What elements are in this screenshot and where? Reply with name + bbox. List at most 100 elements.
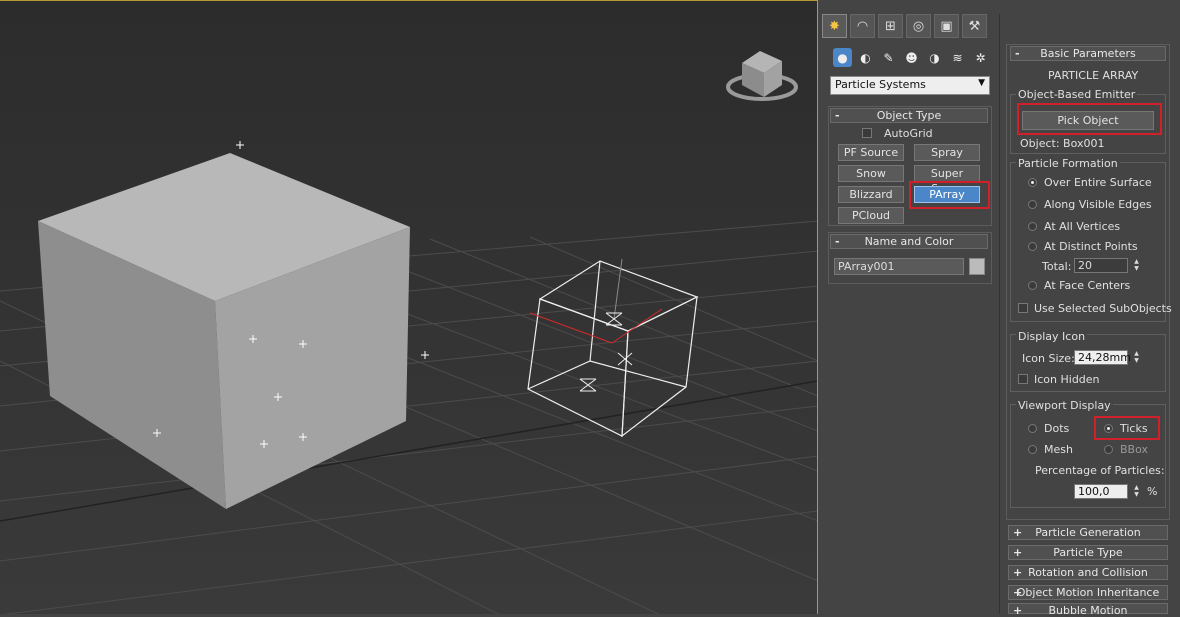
sun-icon: ✸: [829, 18, 840, 34]
spacewarps-category-icon[interactable]: ≋: [948, 48, 967, 67]
helpers-category-icon[interactable]: ◑: [925, 48, 944, 67]
parray-highlight: [909, 181, 990, 209]
command-panel-tabs: ✸ ◠ ⊞ ◎ ▣ ⚒: [820, 14, 996, 40]
blizzard-button[interactable]: Blizzard: [838, 186, 904, 203]
display-icon-label: Display Icon: [1016, 330, 1088, 343]
autogrid-label: AutoGrid: [884, 127, 933, 140]
modify-arc-icon: ◠: [856, 18, 869, 34]
at-distinct-points-label: At Distinct Points: [1044, 240, 1138, 253]
icon-size-spinner[interactable]: 24,28mm: [1074, 350, 1131, 365]
at-all-vertices-label: At All Vertices: [1044, 220, 1121, 233]
name-and-color-header[interactable]: - Name and Color: [830, 234, 988, 249]
expand-icon: +: [1013, 526, 1023, 539]
dots-label: Dots: [1044, 422, 1070, 435]
rotation-and-collision-title: Rotation and Collision: [1028, 566, 1148, 579]
collapse-icon: -: [1015, 47, 1020, 60]
particle-generation-title: Particle Generation: [1035, 526, 1141, 539]
expand-icon: +: [1013, 586, 1023, 599]
particle-array-heading: PARTICLE ARRAY: [1048, 69, 1139, 82]
at-face-centers-label: At Face Centers: [1044, 279, 1131, 292]
pf-source-button[interactable]: PF Source: [838, 144, 904, 161]
spray-button[interactable]: Spray: [914, 144, 980, 161]
viewcube-icon[interactable]: [726, 51, 798, 101]
hierarchy-icon: ⊞: [885, 18, 896, 34]
modify-tab[interactable]: ◠: [850, 14, 875, 38]
object-motion-inheritance-title: Object Motion Inheritance: [1016, 586, 1160, 599]
icon-size-label: Icon Size:: [1022, 352, 1075, 365]
use-selected-subobjects-checkbox[interactable]: [1018, 303, 1028, 313]
motion-tab[interactable]: ◎: [906, 14, 931, 38]
object-motion-inheritance-rollout[interactable]: + Object Motion Inheritance: [1008, 585, 1168, 600]
chevron-down-icon: ▼: [978, 78, 985, 88]
pick-object-highlight: [1017, 103, 1162, 135]
picked-object-label: Object: Box001: [1020, 137, 1105, 150]
percentage-spinner[interactable]: 100,0: [1074, 484, 1128, 499]
basic-parameters-title: Basic Parameters: [1040, 47, 1136, 60]
name-and-color-title: Name and Color: [864, 235, 954, 248]
autogrid-checkbox[interactable]: [862, 128, 872, 138]
basic-parameters-header[interactable]: - Basic Parameters: [1010, 46, 1166, 61]
object-color-swatch[interactable]: [969, 258, 985, 275]
percentage-of-particles-label: Percentage of Particles:: [1035, 464, 1165, 477]
collapse-icon: -: [835, 235, 840, 248]
object-name-field[interactable]: PArray001: [834, 258, 964, 275]
mesh-label: Mesh: [1044, 443, 1073, 456]
expand-icon: +: [1013, 546, 1023, 559]
icon-hidden-label: Icon Hidden: [1034, 373, 1100, 386]
lights-category-icon[interactable]: ✎: [879, 48, 898, 67]
total-spinner[interactable]: 20: [1074, 258, 1128, 273]
object-type-header[interactable]: - Object Type: [830, 108, 988, 123]
viewport-display-label: Viewport Display: [1016, 399, 1113, 412]
geometry-category-icon[interactable]: ●: [833, 48, 852, 67]
hierarchy-tab[interactable]: ⊞: [878, 14, 903, 38]
cameras-category-icon[interactable]: ☻: [902, 48, 921, 67]
column-divider: [999, 14, 1000, 614]
category-dropdown[interactable]: Particle Systems ▼: [830, 76, 990, 95]
dots-radio[interactable]: [1028, 424, 1037, 433]
mesh-radio[interactable]: [1028, 445, 1037, 454]
bubble-motion-title: Bubble Motion: [1048, 604, 1128, 617]
box001-object[interactable]: [38, 153, 410, 509]
percent-sign: %: [1147, 485, 1158, 498]
shapes-category-icon[interactable]: ◐: [856, 48, 875, 67]
over-entire-surface-label: Over Entire Surface: [1044, 176, 1152, 189]
object-based-emitter-label: Object-Based Emitter: [1016, 88, 1138, 101]
object-type-title: Object Type: [876, 109, 942, 122]
particle-formation-label: Particle Formation: [1016, 157, 1120, 170]
bbox-radio[interactable]: [1104, 445, 1113, 454]
emitter-axis-xy: [529, 308, 663, 344]
emitter-markers: [579, 312, 633, 392]
snow-button[interactable]: Snow: [838, 165, 904, 182]
rotation-and-collision-rollout[interactable]: + Rotation and Collision: [1008, 565, 1168, 580]
perspective-viewport[interactable]: [0, 0, 818, 614]
expand-icon: +: [1013, 604, 1023, 617]
particle-type-rollout[interactable]: + Particle Type: [1008, 545, 1168, 560]
create-tab[interactable]: ✸: [822, 14, 847, 38]
expand-icon: +: [1013, 566, 1023, 579]
use-selected-subobjects-label: Use Selected SubObjects: [1034, 302, 1172, 315]
at-distinct-points-radio[interactable]: [1028, 242, 1037, 251]
display-tab[interactable]: ▣: [934, 14, 959, 38]
category-dropdown-value: Particle Systems: [835, 78, 926, 91]
super-spray-button[interactable]: Super Spray: [914, 165, 980, 195]
at-all-vertices-radio[interactable]: [1028, 222, 1037, 231]
icon-hidden-checkbox[interactable]: [1018, 374, 1028, 384]
utilities-tab[interactable]: ⚒: [962, 14, 987, 38]
icon-size-spinner-arrows[interactable]: ▲ ▼: [1132, 350, 1141, 365]
at-face-centers-radio[interactable]: [1028, 281, 1037, 290]
along-visible-edges-label: Along Visible Edges: [1044, 198, 1152, 211]
collapse-icon: -: [835, 109, 840, 122]
over-entire-surface-radio[interactable]: [1028, 178, 1037, 187]
hammer-icon: ⚒: [968, 18, 981, 34]
along-visible-edges-radio[interactable]: [1028, 200, 1037, 209]
particle-generation-rollout[interactable]: + Particle Generation: [1008, 525, 1168, 540]
bubble-motion-rollout[interactable]: + Bubble Motion: [1008, 603, 1168, 617]
percentage-spinner-arrows[interactable]: ▲ ▼: [1132, 484, 1141, 499]
viewport-scene[interactable]: [0, 1, 818, 614]
total-spinner-arrows[interactable]: ▲ ▼: [1132, 258, 1141, 273]
particle-type-title: Particle Type: [1053, 546, 1123, 559]
pcloud-button[interactable]: PCloud: [838, 207, 904, 224]
motion-icon: ◎: [912, 18, 925, 34]
systems-category-icon[interactable]: ✲: [971, 48, 990, 67]
monitor-icon: ▣: [940, 18, 953, 34]
